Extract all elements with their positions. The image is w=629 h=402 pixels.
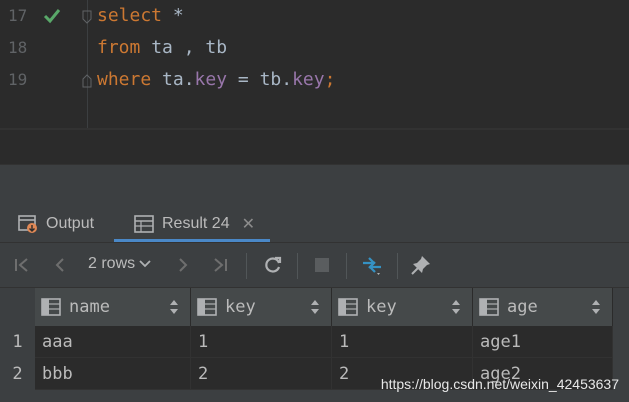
column-header-age[interactable]: age: [473, 288, 613, 326]
column-header-key-2[interactable]: key: [332, 288, 473, 326]
table-cell[interactable]: bbb: [35, 358, 191, 390]
column-name: age: [507, 297, 538, 317]
table-icon: [134, 215, 154, 233]
panel-border: [0, 164, 629, 165]
code-line-18[interactable]: 18 from ta , tb: [0, 32, 629, 64]
code-part: ta.: [151, 69, 195, 90]
keyword: from: [97, 37, 141, 58]
next-page-button[interactable]: [171, 253, 195, 277]
toolbar-separator: [346, 253, 347, 279]
semicolon: ;: [324, 69, 336, 90]
column-header-key[interactable]: key: [191, 288, 332, 326]
table-cell[interactable]: aaa: [35, 326, 191, 358]
stop-icon: [315, 258, 329, 272]
table-cell[interactable]: 1: [332, 326, 473, 358]
sort-icon[interactable]: [592, 300, 600, 314]
fold-icon[interactable]: [82, 10, 92, 24]
refresh-icon: [265, 256, 282, 273]
last-page-icon: [214, 258, 227, 272]
refresh-button[interactable]: [261, 253, 285, 277]
code-part: = tb.: [227, 69, 293, 90]
keyword: select: [97, 5, 163, 26]
table-cell[interactable]: 1: [191, 326, 332, 358]
prev-page-button[interactable]: [48, 253, 72, 277]
sort-icon[interactable]: [311, 300, 319, 314]
tab-result-label: Result 24: [162, 215, 230, 232]
row-number: 1: [12, 332, 23, 352]
code-rest: *: [162, 5, 184, 26]
rows-selector[interactable]: 2 rows: [88, 255, 151, 273]
code-rest: ta , tb: [140, 37, 228, 58]
close-icon[interactable]: ✕: [242, 214, 255, 234]
stop-button[interactable]: [310, 253, 334, 277]
column-name: key: [366, 297, 397, 317]
result-toolbar: 2 rows: [0, 243, 629, 287]
column-icon: [197, 298, 217, 316]
pin-button[interactable]: [409, 253, 433, 277]
pin-icon: [411, 256, 430, 275]
column-header-name[interactable]: name: [35, 288, 191, 326]
column-icon: [479, 298, 499, 316]
field-name: key: [292, 69, 325, 90]
rows-count: 2 rows: [88, 255, 136, 272]
field-name: key: [194, 69, 228, 90]
sort-icon[interactable]: [452, 300, 460, 314]
sql-editor[interactable]: 17 select * 18 from ta , tb 19 where ta.…: [0, 0, 629, 128]
line-number: 18: [8, 38, 28, 57]
first-page-icon: [15, 258, 28, 272]
compare-button[interactable]: [360, 253, 384, 277]
next-page-icon: [179, 258, 188, 272]
last-page-button[interactable]: [208, 253, 232, 277]
toolbar-separator: [397, 253, 398, 279]
checkmark-icon: [43, 9, 61, 24]
sort-icon[interactable]: [170, 300, 178, 314]
line-number: 17: [8, 6, 28, 25]
line-number: 19: [8, 70, 28, 89]
column-name: key: [225, 297, 256, 317]
tab-result[interactable]: Result 24 ✕: [114, 206, 270, 242]
grid-header: name key key age: [35, 288, 613, 326]
result-tabs: Output Result 24 ✕: [0, 206, 629, 242]
prev-page-icon: [55, 258, 64, 272]
code-text: where ta.key = tb.key;: [97, 69, 335, 90]
tab-output[interactable]: Output: [18, 206, 94, 242]
splitter[interactable]: [0, 130, 629, 164]
watermark: https://blog.csdn.net/weixin_42453637: [380, 376, 619, 392]
row-number: 2: [12, 364, 23, 384]
code-line-19[interactable]: 19 where ta.key = tb.key;: [0, 64, 629, 96]
toolbar-separator: [246, 253, 247, 279]
fold-end-icon[interactable]: [82, 74, 92, 88]
toolbar-separator: [297, 253, 298, 279]
keyword: where: [97, 69, 152, 90]
column-icon: [41, 298, 61, 316]
column-name: name: [69, 297, 110, 317]
table-row[interactable]: 1 aaa 1 1 age1: [0, 326, 629, 358]
column-icon: [338, 298, 358, 316]
code-line-17[interactable]: 17 select *: [0, 0, 629, 32]
output-icon: [18, 215, 37, 233]
code-text: from ta , tb: [97, 37, 227, 58]
first-page-button[interactable]: [10, 253, 34, 277]
table-cell[interactable]: age1: [473, 326, 613, 358]
tab-output-label: Output: [46, 215, 95, 232]
chevron-down-icon: [139, 260, 151, 268]
compare-icon: [363, 257, 381, 275]
code-text: select *: [97, 5, 184, 26]
table-cell[interactable]: 2: [191, 358, 332, 390]
